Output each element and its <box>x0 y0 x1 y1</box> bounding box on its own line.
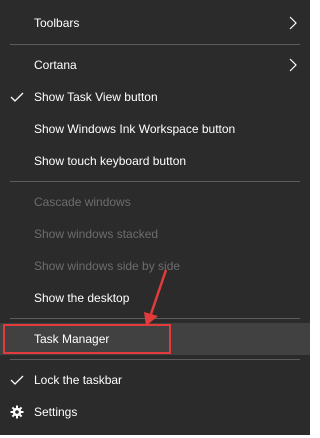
menu-item-label: Show windows stacked <box>34 227 159 241</box>
menu-item-label: Show the desktop <box>34 291 130 305</box>
gear-icon <box>10 405 24 419</box>
menu-item-label: Toolbars <box>34 16 80 30</box>
menu-item-label: Settings <box>34 405 78 419</box>
menu-separator <box>10 181 300 182</box>
checkmark-icon <box>10 375 24 385</box>
menu-item-settings[interactable]: Settings <box>0 396 310 428</box>
menu-item-label: Lock the taskbar <box>34 373 123 387</box>
chevron-right-icon <box>289 16 297 30</box>
menu-separator <box>10 44 300 45</box>
menu-item-cascade-windows: Cascade windows <box>0 186 310 218</box>
menu-item-show-task-view-button[interactable]: Show Task View button <box>0 81 310 113</box>
menu-item-toolbars[interactable]: Toolbars <box>0 7 310 39</box>
highlight-box-annotation <box>3 324 171 354</box>
menu-item-show-windows-ink-workspace-button[interactable]: Show Windows Ink Workspace button <box>0 113 310 145</box>
menu-separator <box>10 359 300 360</box>
menu-item-show-touch-keyboard-button[interactable]: Show touch keyboard button <box>0 145 310 177</box>
menu-item-show-windows-stacked: Show windows stacked <box>0 218 310 250</box>
menu-item-label: Show touch keyboard button <box>34 154 187 168</box>
taskbar-context-menu: Toolbars Cortana Show Task View button S… <box>0 0 310 435</box>
menu-item-lock-the-taskbar[interactable]: Lock the taskbar <box>0 364 310 396</box>
checkmark-icon <box>10 92 24 102</box>
menu-item-label: Cortana <box>34 58 77 72</box>
menu-item-label: Cascade windows <box>34 195 131 209</box>
menu-item-label: Show Windows Ink Workspace button <box>34 122 236 136</box>
red-arrow-annotation <box>144 269 168 326</box>
menu-item-cortana[interactable]: Cortana <box>0 49 310 81</box>
menu-item-label: Show Task View button <box>34 90 158 104</box>
chevron-right-icon <box>289 58 297 72</box>
